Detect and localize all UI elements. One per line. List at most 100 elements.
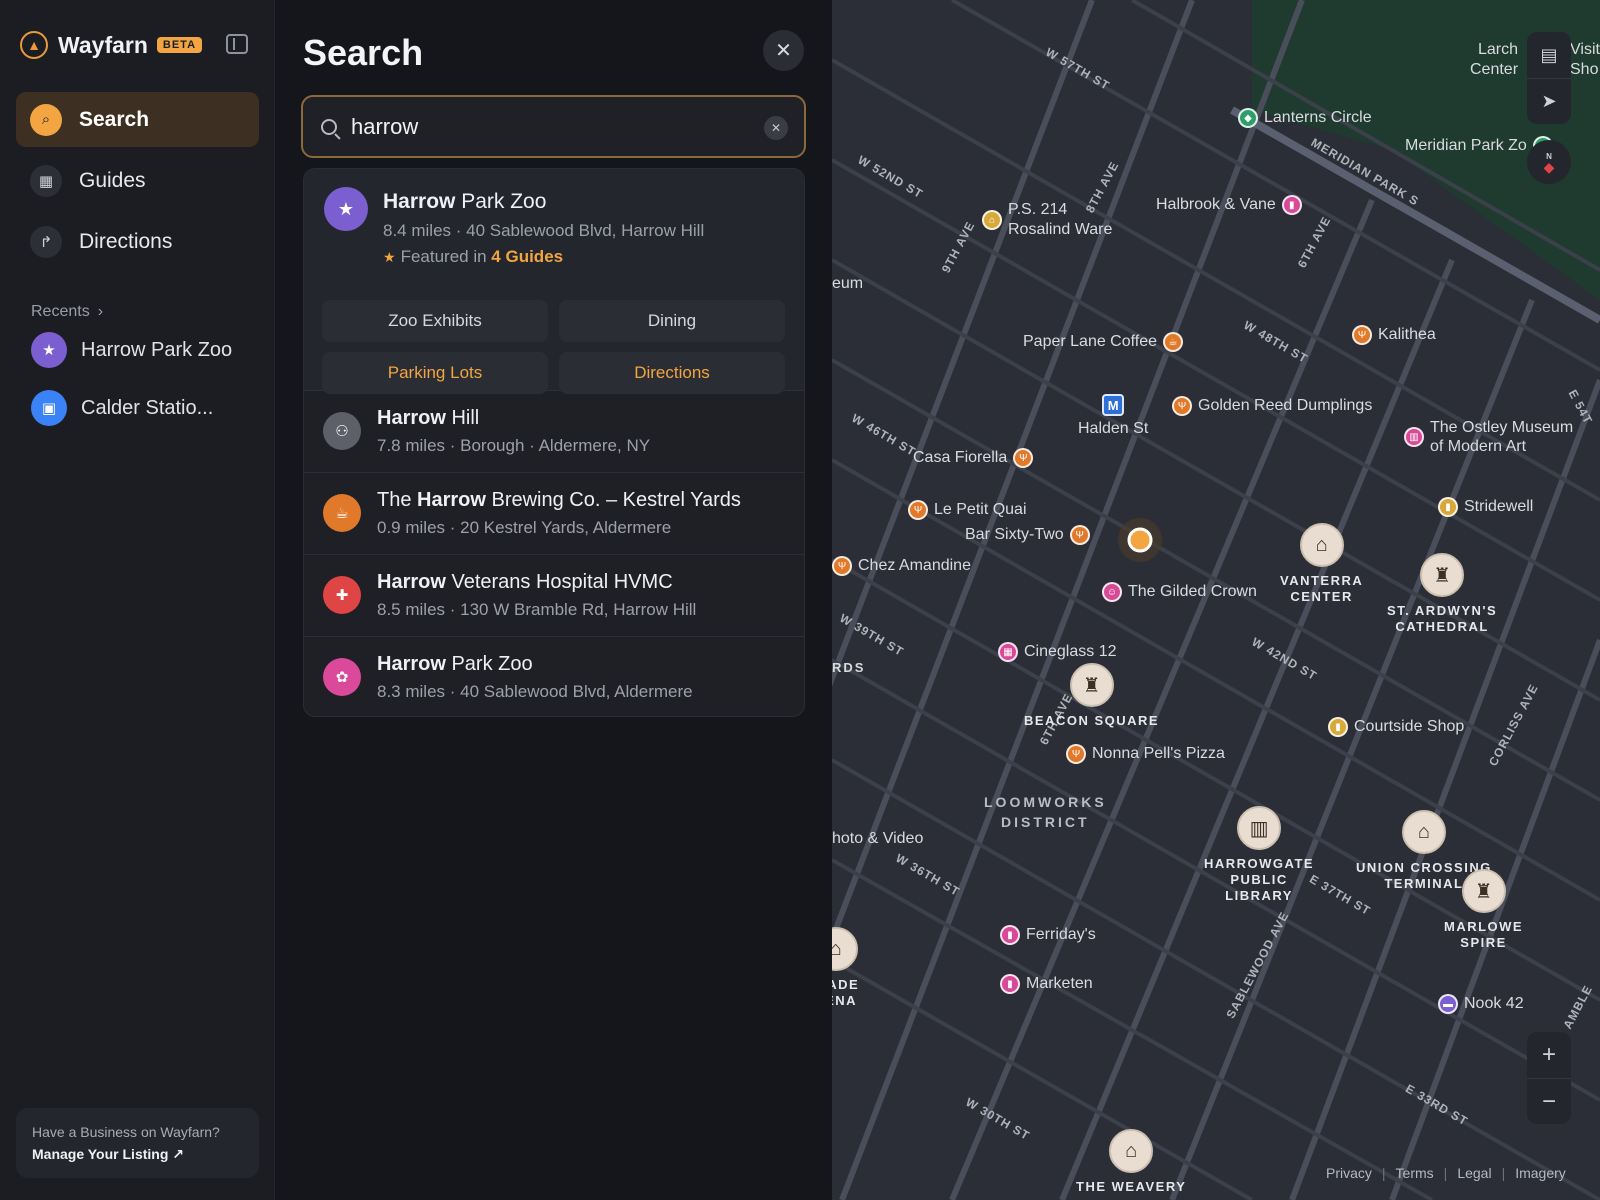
poi-marker[interactable]: Casa Fiorella Ψ: [913, 448, 1034, 468]
brand[interactable]: ▲ Wayfarn BETA: [20, 30, 203, 60]
poi-marker[interactable]: ▮ Ferriday's: [1000, 925, 1096, 945]
result-row[interactable]: ⚇ Harrow Hill 7.8 miles · Borough · Alde…: [304, 391, 804, 473]
compass-needle-icon: ◆: [1543, 159, 1555, 175]
shopping-bag-icon: ▮: [1438, 497, 1458, 517]
search-input[interactable]: [351, 113, 741, 140]
poi-label[interactable]: Visit Sho: [1570, 40, 1600, 80]
imagery-link[interactable]: Imagery: [1515, 1165, 1566, 1181]
featured-guides[interactable]: ★ Featured in 4 Guides: [383, 247, 563, 267]
landmark-marker[interactable]: ⌂ISADE RENA: [832, 927, 859, 1009]
close-icon[interactable]: ✕: [763, 30, 804, 71]
landmark-marker[interactable]: ♜ BEACON SQUARE: [1024, 663, 1159, 729]
map-view[interactable]: W 57TH ST W 52ND ST 8TH AVE 9TH AVE 6TH …: [832, 0, 1600, 1200]
business-question: Have a Business on Wayfarn?: [32, 1124, 220, 1140]
poi-marker[interactable]: ☺ The Gilded Crown: [1102, 582, 1257, 602]
brand-name: Wayfarn: [58, 31, 148, 58]
people-icon: ⚇: [323, 412, 361, 450]
zoo-exhibits-button[interactable]: Zoo Exhibits: [322, 300, 548, 342]
recent-item[interactable]: ▣ Calder Statio...: [31, 390, 213, 426]
poi-marker[interactable]: ▥ The Ostley Museum of Modern Art: [1404, 418, 1573, 456]
landmark-marker[interactable]: ♜ MARLOWE SPIRE: [1444, 869, 1523, 951]
poi-marker[interactable]: ⌂ P.S. 214 Rosalind Ware: [982, 200, 1112, 240]
result-subtitle: 7.8 miles · Borough · Aldermere, NY: [377, 436, 651, 455]
poi-label[interactable]: eum: [832, 275, 863, 293]
restaurant-icon: Ψ: [832, 556, 852, 576]
poi-marker[interactable]: ▮ Stridewell: [1438, 497, 1533, 517]
poi-marker[interactable]: Ψ Kalithea: [1352, 325, 1436, 345]
recent-label: Harrow Park Zoo: [81, 338, 233, 361]
theater-icon: ☺: [1102, 582, 1122, 602]
restaurant-icon: Ψ: [1013, 448, 1034, 468]
landmark-marker[interactable]: ⌂ VANTERRA CENTER: [1280, 523, 1363, 605]
poi-marker[interactable]: ▦ Cineglass 12: [998, 642, 1117, 662]
result-subtitle: 8.5 miles · 130 W Bramble Rd, Harrow Hil…: [377, 600, 697, 619]
landmark-marker[interactable]: ▥ HARROWGATE PUBLIC LIBRARY: [1204, 806, 1314, 904]
privacy-link[interactable]: Privacy: [1326, 1165, 1372, 1181]
chevron-right-icon: ›: [97, 303, 104, 320]
business-card: Have a Business on Wayfarn? Manage Your …: [16, 1108, 259, 1178]
map-icon[interactable]: ▤: [1527, 32, 1571, 78]
compass-button[interactable]: N ◆: [1527, 140, 1571, 184]
result-title: Harrow Hill: [377, 407, 480, 429]
panel-title: Search: [303, 32, 424, 73]
parking-lots-button[interactable]: Parking Lots: [322, 352, 548, 394]
church-icon: ♜: [1420, 553, 1465, 597]
star-icon: ★: [324, 187, 368, 231]
poi-marker[interactable]: ▬ Nook 42: [1438, 994, 1524, 1014]
poi-label[interactable]: hoto & Video: [832, 830, 923, 848]
poi-marker[interactable]: M Halden St: [1078, 394, 1148, 438]
result-row[interactable]: ✿ Harrow Park Zoo 8.3 miles · 40 Sablewo…: [304, 637, 804, 716]
legal-link[interactable]: Legal: [1457, 1165, 1491, 1181]
nav-item-guides[interactable]: ▦ Guides: [16, 153, 259, 208]
poi-marker[interactable]: Halbrook & Vane ▮: [1156, 195, 1302, 215]
clear-search-icon[interactable]: ✕: [764, 116, 788, 140]
landmark-marker[interactable]: ⌂ THE WEAVERY: [1076, 1129, 1186, 1195]
shopping-bag-icon: ▮: [1328, 717, 1348, 737]
grid-icon: ▦: [30, 164, 62, 197]
directions-button[interactable]: Directions: [559, 352, 785, 394]
poi-marker[interactable]: ◆ Lanterns Circle: [1238, 108, 1372, 128]
sidebar-toggle-icon[interactable]: [226, 34, 248, 54]
main-nav: ⌕ Search ▦ Guides ↱ Directions: [16, 92, 259, 275]
nav-label: Directions: [79, 229, 173, 253]
poi-marker[interactable]: Ψ Nonna Pell's Pizza: [1066, 744, 1225, 764]
terms-link[interactable]: Terms: [1396, 1165, 1434, 1181]
cup-icon: ☕: [323, 494, 361, 532]
manage-listing-link[interactable]: Manage Your Listing ↗: [32, 1146, 243, 1163]
landmark-marker[interactable]: ♜ ST. ARDWYN'S CATHEDRAL: [1387, 553, 1497, 635]
zoom-out-icon[interactable]: −: [1527, 1078, 1571, 1124]
paw-icon: ✿: [323, 658, 361, 696]
restaurant-icon: Ψ: [1352, 325, 1372, 345]
result-title: Harrow Veterans Hospital HVMC: [377, 571, 673, 593]
arrow-turn-icon: ↱: [30, 225, 62, 258]
result-row[interactable]: ✚ Harrow Veterans Hospital HVMC 8.5 mile…: [304, 555, 804, 637]
compass-logo-icon: ▲: [20, 31, 48, 59]
top-result[interactable]: ★ Harrow Park Zoo 8.4 miles · 40 Sablewo…: [304, 169, 804, 394]
recent-item[interactable]: ★ Harrow Park Zoo: [31, 332, 232, 368]
poi-marker[interactable]: Ψ Chez Amandine: [832, 556, 971, 576]
spire-icon: ♜: [1461, 869, 1506, 913]
nav-item-directions[interactable]: ↱ Directions: [16, 214, 259, 269]
poi-marker[interactable]: Paper Lane Coffee ☕: [1023, 332, 1184, 352]
search-field[interactable]: ✕: [301, 95, 806, 158]
search-results: ★ Harrow Park Zoo 8.4 miles · 40 Sablewo…: [303, 168, 805, 717]
poi-marker[interactable]: ▮ Courtside Shop: [1328, 717, 1464, 737]
nav-item-search[interactable]: ⌕ Search: [16, 92, 259, 147]
cinema-icon: ▦: [998, 642, 1018, 662]
restaurant-icon: Ψ: [1069, 525, 1090, 545]
map-footer-links: Privacy | Terms | Legal | Imagery: [1326, 1165, 1566, 1181]
poi-marker[interactable]: Ψ Golden Reed Dumplings: [1172, 396, 1372, 416]
poi-marker[interactable]: Ψ Le Petit Quai: [908, 500, 1027, 520]
metro-icon: M: [1102, 394, 1125, 416]
poi-label[interactable]: Larch Center: [1470, 40, 1518, 80]
poi-marker[interactable]: ▮ Marketen: [1000, 974, 1093, 994]
poi-label[interactable]: RDS: [832, 660, 865, 675]
zoom-in-icon[interactable]: +: [1527, 1032, 1571, 1078]
result-row[interactable]: ☕ The Harrow Brewing Co. – Kestrel Yards…: [304, 473, 804, 555]
recents-title: Recents: [31, 303, 90, 320]
recents-heading[interactable]: Recents ›: [31, 303, 103, 321]
dining-button[interactable]: Dining: [559, 300, 785, 342]
location-arrow-icon[interactable]: ➤: [1527, 78, 1571, 124]
search-icon: [321, 118, 337, 135]
poi-marker[interactable]: Bar Sixty-Two Ψ: [965, 525, 1090, 545]
